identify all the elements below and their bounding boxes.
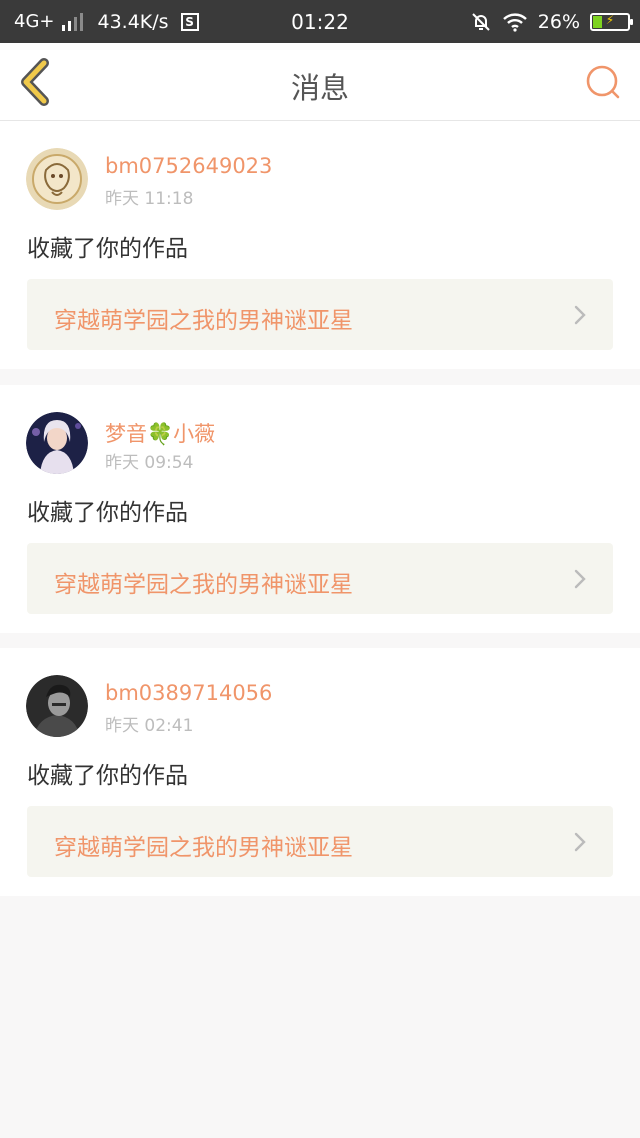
page-title: 消息 <box>290 71 349 105</box>
avatar[interactable] <box>26 412 88 474</box>
timestamp: 昨天 11:18 <box>105 189 194 209</box>
username-part: 梦音 <box>105 422 147 446</box>
s-app-icon: S <box>180 12 199 31</box>
status-bar: 4G+ 43.4K/s S 01:22 26% ⚡ <box>0 0 640 43</box>
battery-icon: ⚡ <box>590 12 633 31</box>
header: 消息 <box>0 43 640 121</box>
action-text: 收藏了你的作品 <box>27 500 188 526</box>
signal-icon <box>62 12 84 31</box>
work-link[interactable]: 穿越萌学园之我的男神谜亚星 <box>27 806 613 877</box>
username-part: 小薇 <box>173 422 216 446</box>
username[interactable]: bm0752649023 <box>105 154 272 178</box>
work-link[interactable]: 穿越萌学园之我的男神谜亚星 <box>27 543 613 614</box>
timestamp: 昨天 02:41 <box>105 716 194 736</box>
username[interactable]: 梦音🍀小薇 <box>105 418 215 448</box>
work-title: 穿越萌学园之我的男神谜亚星 <box>54 308 353 334</box>
work-title: 穿越萌学园之我的男神谜亚星 <box>54 572 353 598</box>
work-link[interactable]: 穿越萌学园之我的男神谜亚星 <box>27 279 613 350</box>
chevron-right-icon <box>574 305 586 325</box>
message-card: 梦音🍀小薇 昨天 09:54 收藏了你的作品 穿越萌学园之我的男神谜亚星 <box>0 385 640 633</box>
network-speed: 43.4K/s <box>97 10 169 33</box>
chevron-right-icon <box>574 832 586 852</box>
message-card: bm0389714056 昨天 02:41 收藏了你的作品 穿越萌学园之我的男神… <box>0 648 640 896</box>
battery-percent: 26% <box>537 10 580 33</box>
message-card: bm0752649023 昨天 11:18 收藏了你的作品 穿越萌学园之我的男神… <box>0 121 640 369</box>
avatar[interactable] <box>26 148 88 210</box>
network-type: 4G+ <box>14 11 55 32</box>
timestamp: 昨天 09:54 <box>105 453 194 473</box>
status-left: 4G+ 43.4K/s S <box>14 0 199 43</box>
chevron-left-icon[interactable] <box>14 57 58 107</box>
chevron-right-icon <box>574 569 586 589</box>
charging-icon: ⚡ <box>605 12 615 27</box>
wifi-icon <box>502 12 527 32</box>
mute-bell-icon <box>472 12 490 31</box>
avatar[interactable] <box>26 675 88 737</box>
action-text: 收藏了你的作品 <box>27 763 188 789</box>
search-icon[interactable] <box>584 63 624 103</box>
work-title: 穿越萌学园之我的男神谜亚星 <box>54 835 353 861</box>
status-right: 26% ⚡ <box>470 0 633 43</box>
action-text: 收藏了你的作品 <box>27 236 188 262</box>
username[interactable]: bm0389714056 <box>105 681 272 705</box>
clover-icon: 🍀 <box>147 422 174 446</box>
